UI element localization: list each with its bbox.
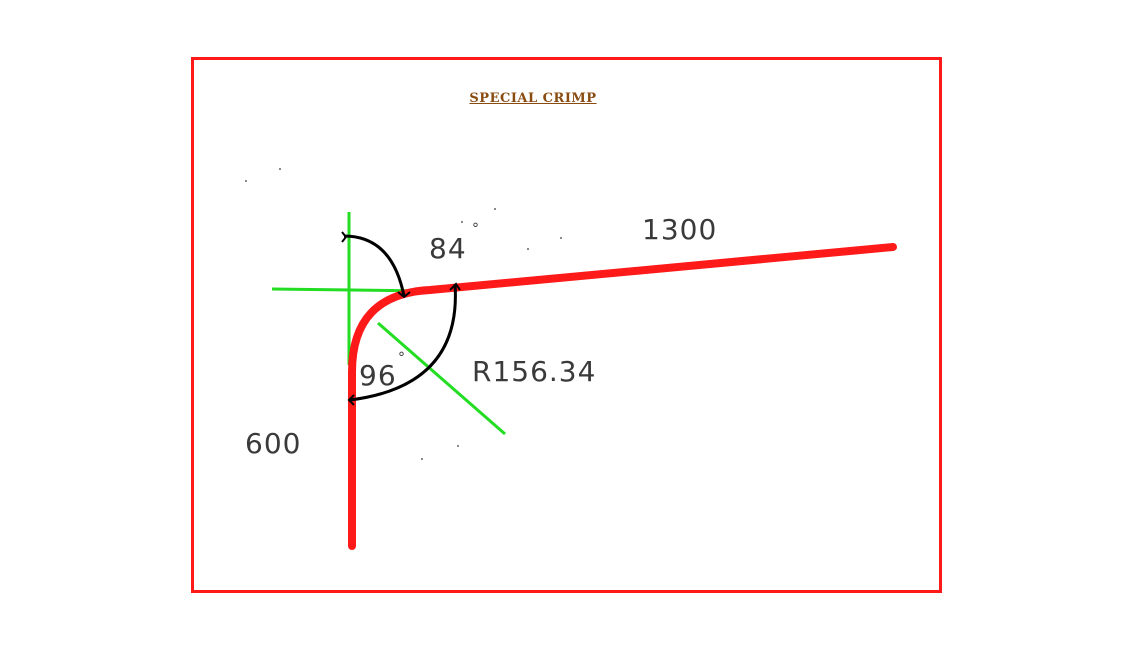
angle-84-arc [343, 234, 406, 297]
short-leg-length-label: 600 [245, 427, 301, 460]
angle-96-degree-symbol: ° [398, 350, 405, 366]
long-leg-length-label: 1300 [642, 213, 717, 246]
angle-84-label: 84 [429, 232, 467, 265]
construction-lines [271, 212, 506, 436]
drawing-specks [245, 168, 562, 460]
angle-84-degree-symbol: ° [472, 221, 479, 237]
angle-96-label: 96 [359, 359, 397, 392]
crimp-drawing: 1300 600 R156.34 84 ° 96 ° [245, 168, 897, 550]
dimension-labels: 1300 600 R156.34 84 ° 96 ° [245, 213, 717, 460]
bend-radius-label: R156.34 [472, 355, 596, 388]
crimp-profile [348, 243, 897, 550]
